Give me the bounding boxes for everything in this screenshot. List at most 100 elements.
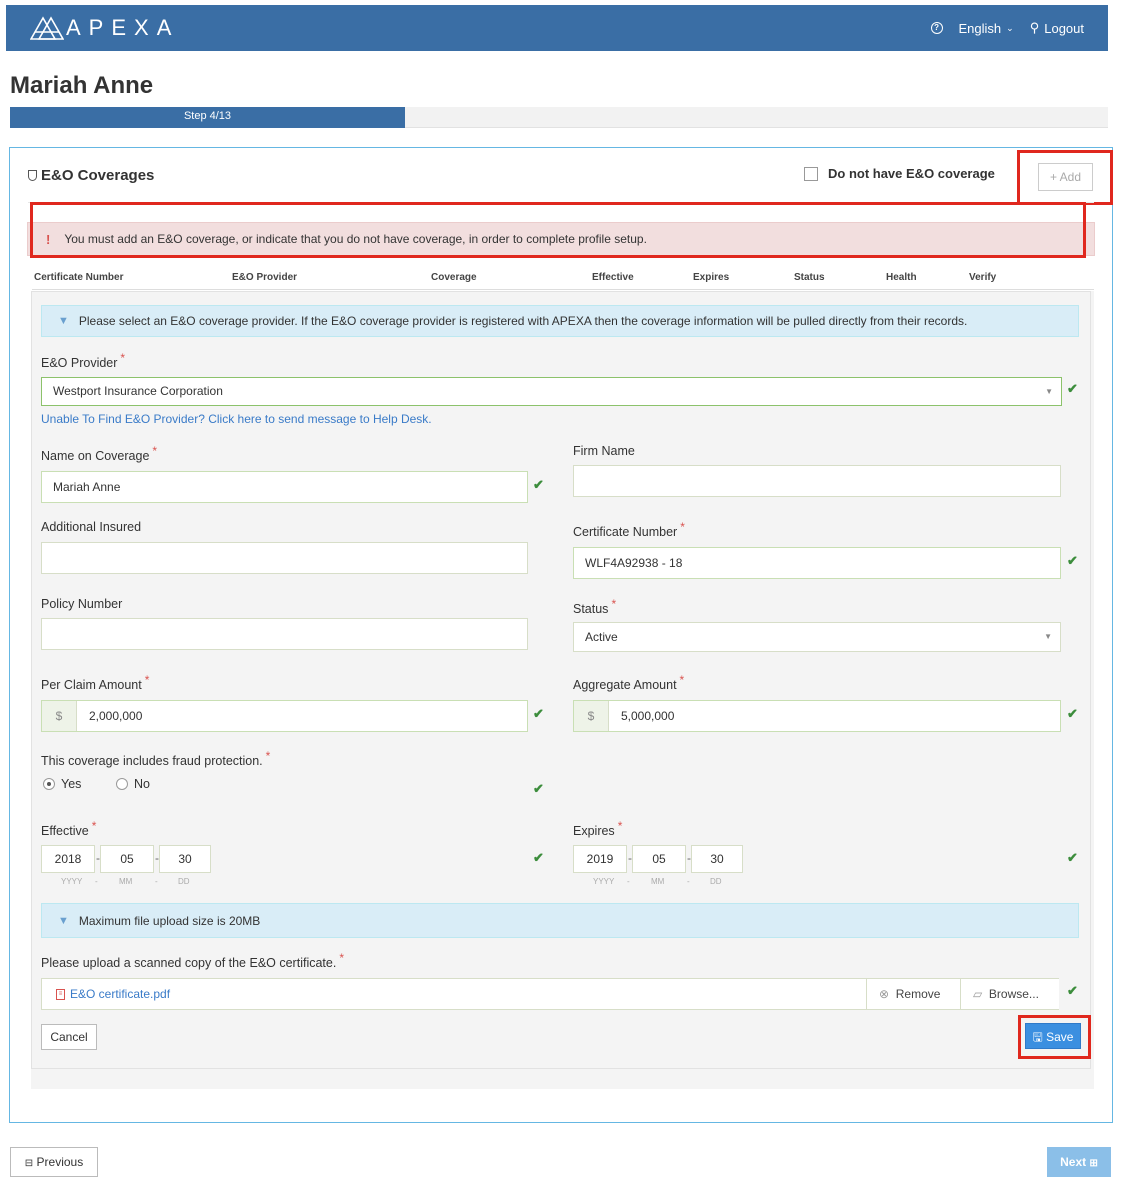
apexa-logo-icon	[30, 16, 64, 40]
date-hint: YYYY	[593, 877, 615, 886]
provider-label-text: E&O Provider	[41, 356, 118, 370]
upload-size-alert: ▼ Maximum file upload size is 20MB	[41, 903, 1079, 938]
apexa-logo[interactable]: APEXA	[30, 15, 179, 41]
remove-icon: ⊗	[879, 987, 890, 1001]
fraud-yes-option[interactable]: Yes	[43, 777, 81, 791]
help-icon[interactable]: ?	[930, 22, 943, 34]
provider-info-alert: ▼ Please select an E&O coverage provider…	[41, 305, 1079, 337]
cancel-button[interactable]: Cancel	[41, 1024, 97, 1050]
expires-year-input[interactable]: 2019	[573, 845, 627, 873]
per-claim-amount-input[interactable]: $ 2,000,000	[41, 700, 528, 732]
upload-size-text: Maximum file upload size is 20MB	[78, 913, 261, 928]
additional-insured-input[interactable]	[41, 542, 528, 574]
date-hint: DD	[710, 877, 722, 886]
provider-label: E&O Provider *	[41, 351, 125, 370]
remove-file-button[interactable]: ⊗ Remove	[866, 979, 960, 1009]
required-marker: *	[265, 749, 271, 763]
dropdown-arrow-icon: ▼	[1045, 387, 1053, 396]
dropdown-arrow-icon: ▼	[1044, 632, 1052, 641]
column-header: Health	[886, 272, 917, 283]
expires-month-input[interactable]: 05	[632, 845, 686, 873]
date-separator: -	[155, 877, 158, 886]
required-marker: *	[680, 520, 685, 534]
required-marker: *	[679, 673, 685, 687]
effective-date-label: Effective *	[41, 819, 96, 838]
valid-check-icon: ✔	[1067, 706, 1078, 721]
certificate-number-input[interactable]: WLF4A92938 - 18	[573, 547, 1061, 579]
browse-file-button[interactable]: ▱ Browse...	[960, 979, 1059, 1009]
provider-highlight-box	[30, 202, 1086, 258]
firm-name-input[interactable]	[573, 465, 1061, 497]
aggregate-amount-input[interactable]: $ 5,000,000	[573, 700, 1061, 732]
brand-name: APEXA	[66, 15, 180, 40]
required-marker: *	[617, 819, 623, 833]
effective-month-input[interactable]: 05	[100, 845, 154, 873]
required-marker: *	[120, 351, 126, 365]
folder-icon: ▱	[973, 987, 983, 1001]
valid-check-icon: ✔	[533, 477, 544, 492]
name-on-coverage-input[interactable]: Mariah Anne	[41, 471, 528, 503]
page-title: Mariah Anne	[10, 72, 154, 99]
firm-name-label: Firm Name	[573, 444, 635, 458]
column-header: Expires	[693, 272, 730, 283]
aggregate-label-text: Aggregate Amount	[573, 678, 677, 692]
per-claim-amount-label: Per Claim Amount *	[41, 673, 149, 692]
next-label: Next	[1060, 1155, 1087, 1169]
required-marker: *	[152, 444, 158, 458]
aggregate-amount-label: Aggregate Amount *	[573, 673, 684, 692]
per-claim-value: 2,000,000	[89, 709, 143, 723]
uploaded-file-link[interactable]: ≡ E&O certificate.pdf	[56, 987, 170, 1001]
column-header: Effective	[592, 272, 634, 283]
next-icon: ⊞	[1089, 1158, 1098, 1169]
shield-icon	[28, 170, 37, 181]
fraud-label-text: This coverage includes fraud protection.	[41, 754, 263, 768]
add-coverage-button[interactable]: + Add	[1038, 163, 1093, 191]
next-button[interactable]: Next ⊞	[1047, 1147, 1111, 1177]
date-separator: -	[627, 877, 630, 886]
expires-date-label: Expires *	[573, 819, 622, 838]
fraud-no-radio[interactable]	[116, 778, 128, 790]
help-desk-link[interactable]: Unable To Find E&O Provider? Click here …	[41, 412, 432, 426]
previous-button[interactable]: ⊟ Previous	[10, 1147, 98, 1177]
provider-select[interactable]: Westport Insurance Corporation ▼	[41, 377, 1062, 406]
step-progress-fill: Step 4/13	[10, 107, 405, 128]
logout-link[interactable]: ⚲ Logout	[1030, 20, 1084, 36]
date-hint: MM	[651, 877, 665, 886]
cert-label-text: Certificate Number	[573, 525, 678, 539]
valid-check-icon: ✔	[1067, 553, 1078, 568]
effective-day-input[interactable]: 30	[159, 845, 211, 873]
upload-label-text: Please upload a scanned copy of the E&O …	[41, 956, 337, 970]
language-dropdown[interactable]: English ⌄	[959, 21, 1014, 36]
required-marker: *	[144, 673, 150, 687]
fraud-no-option[interactable]: No	[116, 777, 150, 791]
no-coverage-label: Do not have E&O coverage	[828, 166, 995, 181]
status-select[interactable]: Active ▼	[573, 622, 1061, 652]
date-hint: YYYY	[61, 877, 83, 886]
additional-insured-label: Additional Insured	[41, 520, 142, 534]
fraud-protection-label: This coverage includes fraud protection.…	[41, 749, 270, 768]
save-label: Save	[1046, 1030, 1074, 1044]
status-label-text: Status	[573, 602, 609, 616]
effective-year-input[interactable]: 2018	[41, 845, 95, 873]
step-progress-bar: Step 4/13	[10, 107, 1108, 128]
save-button[interactable]: 🖫 Save	[1025, 1023, 1081, 1049]
policy-number-label: Policy Number	[41, 597, 123, 611]
date-separator: -	[95, 877, 98, 886]
valid-check-icon: ✔	[533, 706, 544, 721]
per-claim-label-text: Per Claim Amount	[41, 678, 142, 692]
panel-title: E&O Coverages	[41, 167, 155, 184]
no-coverage-option[interactable]: Do not have E&O coverage	[804, 166, 995, 181]
expires-day-input[interactable]: 30	[691, 845, 743, 873]
policy-number-input[interactable]	[41, 618, 528, 650]
no-coverage-checkbox[interactable]	[804, 166, 818, 181]
pin-icon: ▼	[58, 914, 69, 927]
fraud-yes-radio[interactable]	[43, 778, 55, 790]
fraud-yes-label: Yes	[61, 777, 82, 791]
key-icon: ⚲	[1029, 20, 1040, 35]
aggregate-value: 5,000,000	[621, 709, 675, 723]
currency-addon: $	[42, 701, 77, 731]
required-marker: *	[91, 819, 97, 833]
save-icon: 🖫	[1032, 1030, 1043, 1044]
previous-icon: ⊟	[24, 1158, 34, 1169]
required-marker: *	[611, 597, 617, 611]
